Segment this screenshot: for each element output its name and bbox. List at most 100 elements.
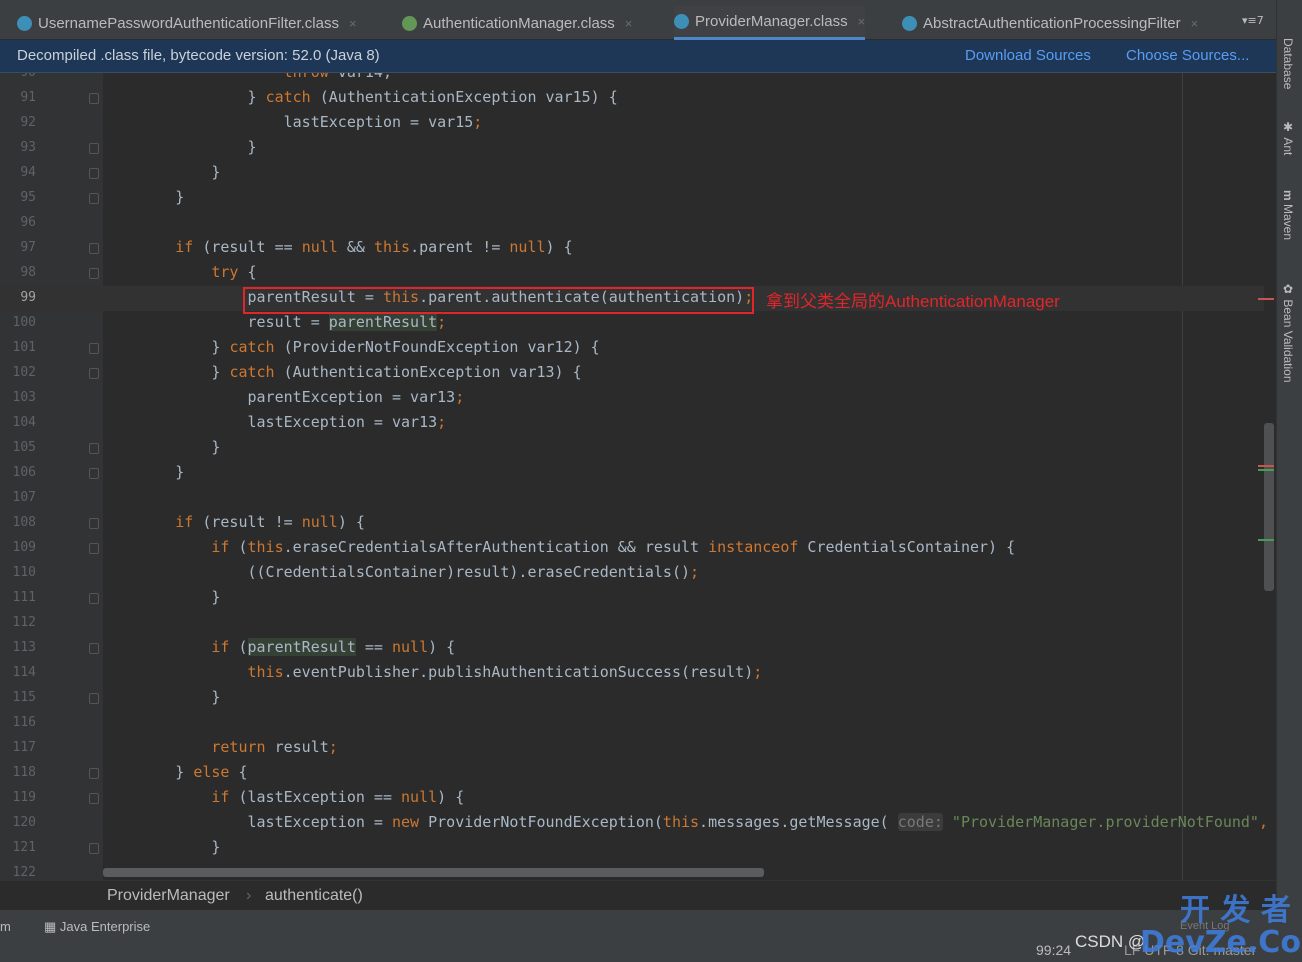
breadcrumb-class[interactable]: ProviderManager: [107, 887, 230, 905]
line-number[interactable]: 94: [0, 165, 36, 180]
error-stripe-mark[interactable]: [1258, 298, 1274, 300]
fold-marker-icon[interactable]: [89, 143, 99, 154]
code-line[interactable]: 97 if (result == null && this.parent != …: [0, 236, 1264, 261]
line-number[interactable]: 106: [0, 465, 36, 480]
code-line[interactable]: 98 try {: [0, 261, 1264, 286]
tab-1[interactable]: AuthenticationManager.class ×: [402, 6, 632, 40]
tool-window-clipped[interactable]: m: [0, 919, 11, 934]
code-line[interactable]: 94 }: [0, 161, 1264, 186]
fold-marker-icon[interactable]: [89, 693, 99, 704]
line-number[interactable]: 105: [0, 440, 36, 455]
line-number[interactable]: 96: [0, 215, 36, 230]
line-number[interactable]: 93: [0, 140, 36, 155]
code-line[interactable]: 95 }: [0, 186, 1264, 211]
fold-marker-icon[interactable]: [89, 593, 99, 604]
code-line[interactable]: 100 result = parentResult;: [0, 311, 1264, 336]
tool-maven[interactable]: m Maven: [1281, 190, 1295, 240]
choose-sources-link[interactable]: Choose Sources...: [1126, 47, 1249, 64]
line-number[interactable]: 107: [0, 490, 36, 505]
download-sources-link[interactable]: Download Sources: [965, 47, 1091, 64]
fold-marker-icon[interactable]: [89, 343, 99, 354]
line-number[interactable]: 101: [0, 340, 36, 355]
code-line[interactable]: 107: [0, 486, 1264, 511]
line-number[interactable]: 120: [0, 815, 36, 830]
close-tab-icon[interactable]: ×: [1191, 16, 1199, 31]
line-number[interactable]: 109: [0, 540, 36, 555]
code-line[interactable]: 115 }: [0, 686, 1264, 711]
breadcrumb-method[interactable]: authenticate(): [265, 887, 363, 905]
line-number[interactable]: 112: [0, 615, 36, 630]
code-line[interactable]: 91 } catch (AuthenticationException var1…: [0, 86, 1264, 111]
fold-marker-icon[interactable]: [89, 793, 99, 804]
line-number[interactable]: 119: [0, 790, 36, 805]
code-line[interactable]: 92 lastException = var15;: [0, 111, 1264, 136]
code-line[interactable]: 103 parentException = var13;: [0, 386, 1264, 411]
code-line[interactable]: 119 if (lastException == null) {: [0, 786, 1264, 811]
tool-bean-validation[interactable]: ✿ Bean Validation: [1281, 282, 1295, 383]
fold-marker-icon[interactable]: [89, 168, 99, 179]
fold-marker-icon[interactable]: [89, 368, 99, 379]
code-line[interactable]: 104 lastException = var13;: [0, 411, 1264, 436]
line-number[interactable]: 115: [0, 690, 36, 705]
fold-marker-icon[interactable]: [89, 268, 99, 279]
code-line[interactable]: 90 throw var14;: [0, 73, 1264, 86]
line-number[interactable]: 122: [0, 865, 36, 880]
code-line[interactable]: 109 if (this.eraseCredentialsAfterAuthen…: [0, 536, 1264, 561]
vertical-scrollbar[interactable]: [1264, 423, 1274, 591]
code-editor[interactable]: 90 throw var14;91 } catch (Authenticatio…: [0, 73, 1276, 880]
line-number[interactable]: 113: [0, 640, 36, 655]
tool-ant[interactable]: ✱ Ant: [1281, 120, 1295, 155]
line-number[interactable]: 118: [0, 765, 36, 780]
fold-marker-icon[interactable]: [89, 518, 99, 529]
fold-marker-icon[interactable]: [89, 643, 99, 654]
line-number[interactable]: 108: [0, 515, 36, 530]
change-stripe-mark[interactable]: [1258, 469, 1274, 471]
code-line[interactable]: 121 }: [0, 836, 1264, 861]
tab-overflow-button[interactable]: ▾≡7: [1242, 14, 1264, 27]
line-number[interactable]: 100: [0, 315, 36, 330]
java-enterprise-tool[interactable]: ▦ Java Enterprise: [44, 919, 150, 935]
fold-marker-icon[interactable]: [89, 468, 99, 479]
line-number[interactable]: 102: [0, 365, 36, 380]
fold-marker-icon[interactable]: [89, 93, 99, 104]
code-line[interactable]: 102 } catch (AuthenticationException var…: [0, 361, 1264, 386]
line-number[interactable]: 117: [0, 740, 36, 755]
code-line[interactable]: 112: [0, 611, 1264, 636]
code-line[interactable]: 113 if (parentResult == null) {: [0, 636, 1264, 661]
line-number[interactable]: 103: [0, 390, 36, 405]
line-number[interactable]: 90: [0, 73, 36, 80]
code-line[interactable]: 108 if (result != null) {: [0, 511, 1264, 536]
code-line[interactable]: 116: [0, 711, 1264, 736]
code-line[interactable]: 93 }: [0, 136, 1264, 161]
code-line[interactable]: 120 lastException = new ProviderNotFound…: [0, 811, 1268, 836]
code-line[interactable]: 117 return result;: [0, 736, 1264, 761]
code-line[interactable]: 110 ((CredentialsContainer)result).erase…: [0, 561, 1264, 586]
code-line[interactable]: 96: [0, 211, 1264, 236]
code-line[interactable]: 106 }: [0, 461, 1264, 486]
line-number[interactable]: 104: [0, 415, 36, 430]
line-number[interactable]: 92: [0, 115, 36, 130]
close-tab-icon[interactable]: ×: [349, 16, 357, 31]
caret-position[interactable]: 99:24: [1036, 942, 1071, 958]
code-line[interactable]: 111 }: [0, 586, 1264, 611]
fold-marker-icon[interactable]: [89, 443, 99, 454]
close-tab-icon[interactable]: ×: [858, 14, 866, 29]
fold-marker-icon[interactable]: [89, 243, 99, 254]
change-stripe-mark[interactable]: [1258, 539, 1274, 541]
fold-marker-icon[interactable]: [89, 543, 99, 554]
tool-database[interactable]: Database: [1281, 38, 1295, 89]
code-line[interactable]: 118 } else {: [0, 761, 1264, 786]
line-number[interactable]: 121: [0, 840, 36, 855]
line-number[interactable]: 110: [0, 565, 36, 580]
line-number[interactable]: 116: [0, 715, 36, 730]
code-line[interactable]: 114 this.eventPublisher.publishAuthentic…: [0, 661, 1264, 686]
code-line[interactable]: 105 }: [0, 436, 1264, 461]
horizontal-scrollbar[interactable]: [103, 868, 764, 877]
line-number[interactable]: 111: [0, 590, 36, 605]
close-tab-icon[interactable]: ×: [625, 16, 633, 31]
code-line[interactable]: 101 } catch (ProviderNotFoundException v…: [0, 336, 1264, 361]
line-number[interactable]: 114: [0, 665, 36, 680]
tab-0[interactable]: UsernamePasswordAuthenticationFilter.cla…: [17, 6, 357, 40]
change-stripe-mark[interactable]: [1258, 465, 1274, 467]
line-number[interactable]: 98: [0, 265, 36, 280]
